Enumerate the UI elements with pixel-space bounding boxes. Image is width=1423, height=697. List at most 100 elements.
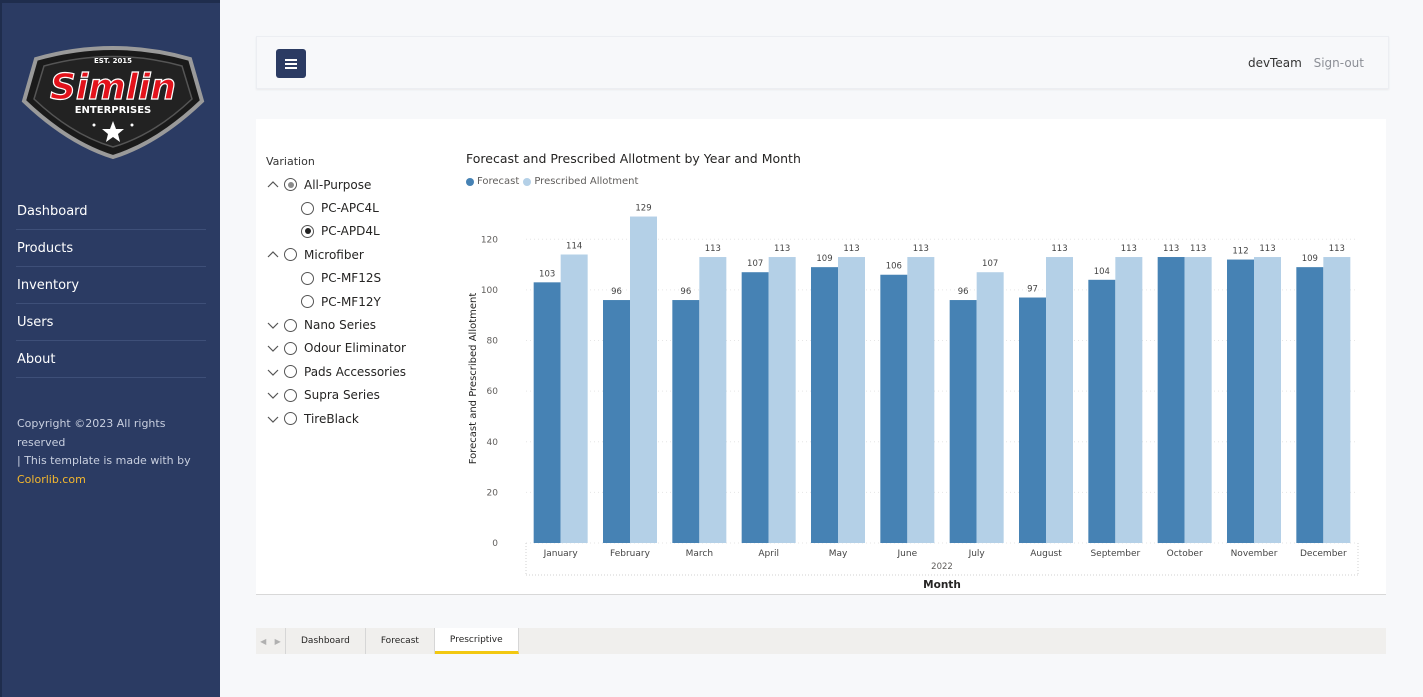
bar-prescribed[interactable]	[630, 216, 657, 543]
x-tick-label: March	[686, 549, 713, 559]
slicer-item-label: Odour Eliminator	[304, 341, 406, 356]
user-name[interactable]: devTeam	[1248, 56, 1302, 70]
bar-forecast[interactable]	[741, 272, 769, 543]
bar-prescribed[interactable]	[838, 257, 865, 543]
bar-forecast[interactable]	[811, 267, 838, 543]
slicer-item[interactable]: PC-MF12Y	[266, 290, 456, 313]
tab-forecast[interactable]: Forecast	[366, 628, 435, 654]
bar-forecast[interactable]	[672, 300, 700, 543]
slicer-item[interactable]: All-Purpose	[266, 173, 456, 196]
chevron-down-icon[interactable]	[266, 341, 280, 355]
bar-prescribed[interactable]	[1115, 257, 1143, 543]
slicer-item[interactable]: Nano Series	[266, 313, 456, 336]
tab-dashboard[interactable]: Dashboard	[286, 628, 366, 654]
radio-button[interactable]	[301, 295, 314, 309]
data-label-prescribed: 113	[1190, 244, 1206, 254]
signout-link[interactable]: Sign-out	[1314, 56, 1364, 70]
bar-prescribed[interactable]	[768, 257, 796, 543]
radio-button[interactable]	[284, 341, 297, 355]
bar-forecast[interactable]	[1088, 279, 1116, 543]
bar-prescribed[interactable]	[1323, 257, 1351, 543]
chevron-down-icon[interactable]	[266, 365, 280, 379]
slicer-item[interactable]: PC-APC4L	[266, 196, 456, 219]
tab-next-icon[interactable]: ▶	[275, 637, 281, 646]
sidebar-item-products[interactable]: Products	[16, 230, 206, 267]
data-label-prescribed: 113	[1121, 244, 1137, 254]
user-area: devTeam Sign-out	[1248, 56, 1364, 70]
chevron-up-icon[interactable]	[266, 248, 280, 262]
bar-forecast[interactable]	[533, 282, 561, 543]
bar-prescribed[interactable]	[1184, 257, 1212, 543]
slicer-title: Variation	[266, 155, 315, 168]
bar-forecast[interactable]	[1157, 257, 1185, 543]
chevron-down-icon[interactable]	[266, 412, 280, 426]
data-label-prescribed: 113	[843, 244, 859, 254]
radio-button[interactable]	[284, 318, 297, 332]
bar-forecast[interactable]	[949, 300, 977, 543]
radio-button[interactable]	[301, 271, 314, 285]
chevron-up-icon[interactable]	[266, 178, 280, 192]
radio-button[interactable]	[284, 388, 297, 402]
radio-button[interactable]	[301, 201, 314, 215]
y-tick-label: 0	[492, 539, 498, 549]
data-label-forecast: 96	[958, 287, 969, 297]
x-tick-label: January	[543, 549, 579, 559]
slicer-item[interactable]: Microfiber	[266, 243, 456, 266]
menu-toggle-button[interactable]	[276, 49, 306, 78]
bar-forecast[interactable]	[603, 300, 630, 543]
radio-button[interactable]	[284, 412, 297, 426]
radio-button[interactable]	[284, 178, 297, 192]
bar-prescribed[interactable]	[560, 254, 588, 543]
tab-prev-icon[interactable]: ◀	[260, 637, 266, 646]
bar-prescribed[interactable]	[1046, 257, 1073, 543]
data-label-forecast: 96	[680, 287, 691, 297]
logo-est-text: EST. 2015	[94, 57, 132, 65]
bar-forecast[interactable]	[1019, 297, 1046, 543]
bar-prescribed[interactable]	[699, 257, 727, 543]
bar-prescribed[interactable]	[976, 272, 1004, 543]
slicer-item[interactable]: PC-MF12S	[266, 267, 456, 290]
radio-button[interactable]	[301, 224, 314, 238]
tab-prescriptive[interactable]: Prescriptive	[434, 628, 519, 654]
bar-prescribed[interactable]	[1254, 257, 1281, 543]
data-label-forecast: 96	[611, 287, 622, 297]
data-label-prescribed: 107	[982, 259, 998, 269]
slicer-item[interactable]: TireBlack	[266, 407, 456, 430]
data-label-forecast: 109	[816, 254, 832, 264]
chevron-down-icon[interactable]	[266, 388, 280, 402]
chevron-down-icon[interactable]	[266, 318, 280, 332]
slicer-item-label: Pads Accessories	[304, 364, 407, 379]
sidebar-item-users[interactable]: Users	[16, 304, 206, 341]
report-canvas: Variation All-Purpose PC-APC4L PC-APD4L Mic…	[256, 119, 1386, 595]
slicer-item[interactable]: Odour Eliminator	[266, 337, 456, 360]
bar-prescribed[interactable]	[907, 257, 935, 543]
radio-button[interactable]	[284, 248, 297, 262]
slicer-item[interactable]: Supra Series	[266, 384, 456, 407]
simlin-logo[interactable]: EST. 2015 Simlin ENTERPRISES	[18, 39, 208, 160]
logo-sub-text: ENTERPRISES	[75, 105, 152, 116]
bar-forecast[interactable]	[1296, 267, 1324, 543]
sidebar-item-about[interactable]: About	[16, 341, 206, 378]
x-tick-label: June	[897, 549, 918, 559]
bar-forecast[interactable]	[880, 274, 908, 543]
x-group-label: 2022	[931, 562, 953, 572]
sidebar-item-dashboard[interactable]: Dashboard	[16, 193, 206, 230]
sidebar-item-inventory[interactable]: Inventory	[16, 267, 206, 304]
chart-plot: 0 20 40 60 80 100 120 Forecast and Prescribed A…	[468, 204, 1359, 591]
slicer-item-label: PC-MF12Y	[321, 294, 381, 309]
tab-nav: ◀ ▶	[256, 628, 286, 654]
bar-forecast[interactable]	[1227, 259, 1254, 543]
colorlib-link[interactable]: Colorlib.com	[17, 473, 86, 486]
slicer-item-label: All-Purpose	[304, 177, 372, 192]
x-tick-label: May	[829, 549, 848, 559]
slicer-item[interactable]: PC-APD4L	[266, 220, 456, 243]
y-tick-label: 120	[481, 235, 498, 245]
data-label-prescribed: 113	[705, 244, 721, 254]
slicer-item[interactable]: Pads Accessories	[266, 360, 456, 383]
variation-slicer: Variation All-Purpose PC-APC4L PC-APD4L Mic…	[266, 155, 456, 430]
slicer-item-label: Supra Series	[304, 388, 380, 403]
slicer-item-label: TireBlack	[304, 411, 359, 426]
slicer-item-label: PC-APC4L	[321, 201, 379, 216]
radio-button[interactable]	[284, 365, 297, 379]
y-tick-label: 100	[481, 286, 498, 296]
